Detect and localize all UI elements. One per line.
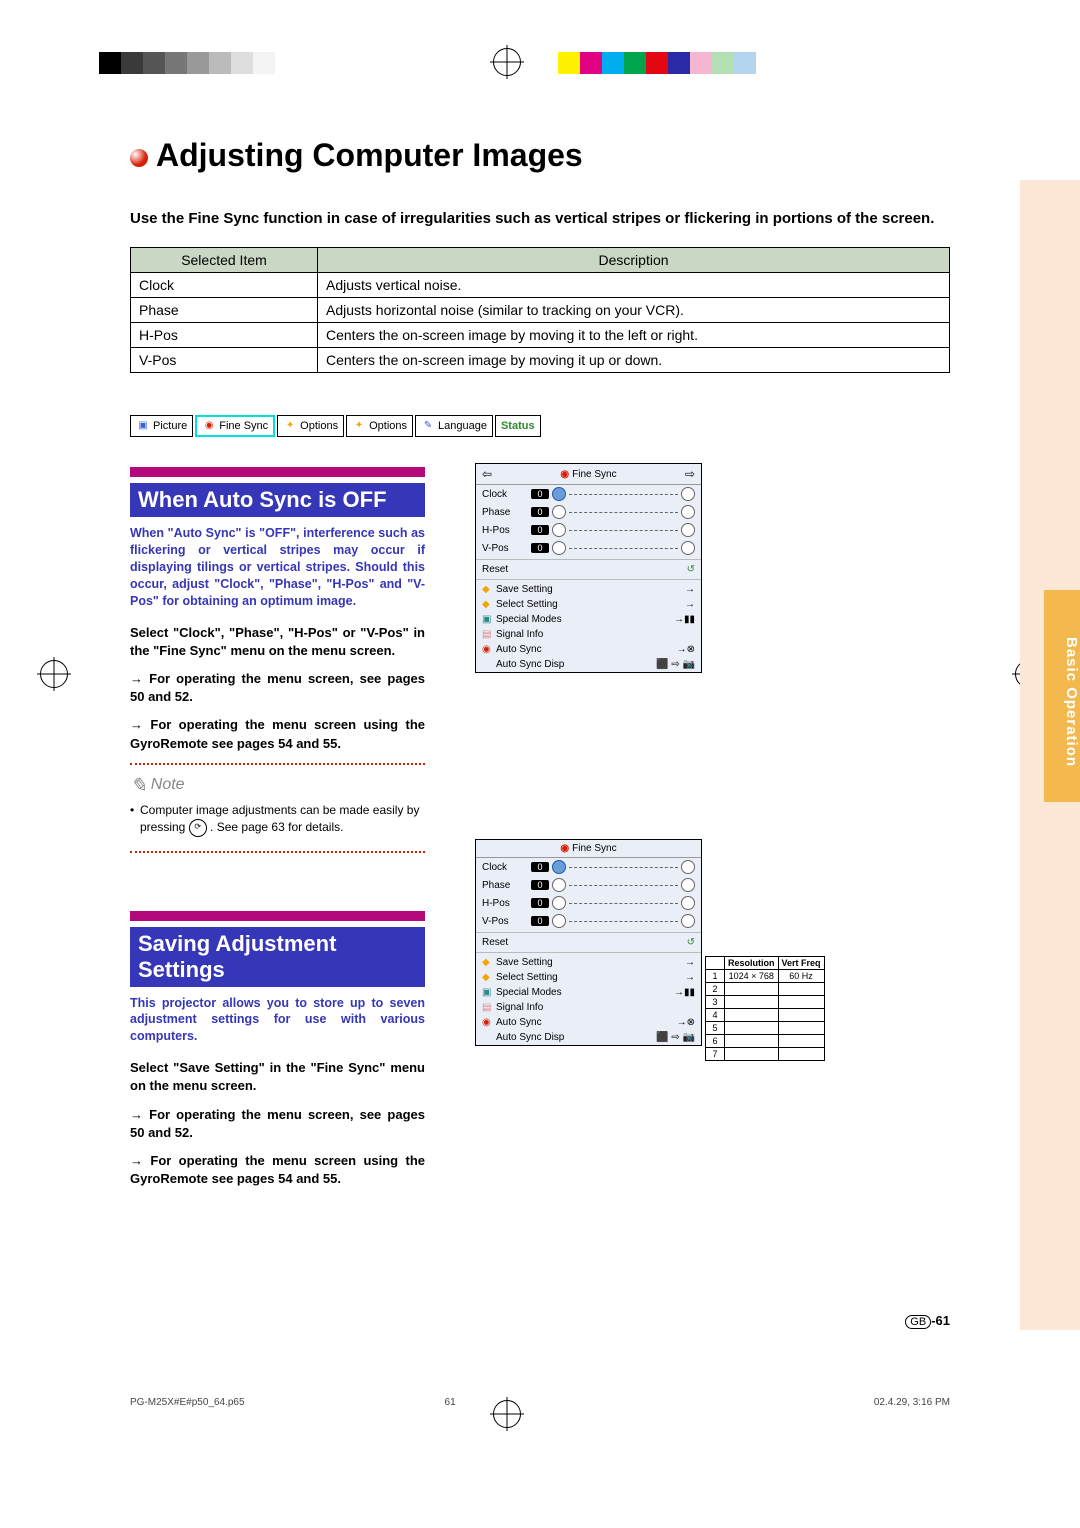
diamond-icon: ◆: [482, 957, 494, 967]
footer-timestamp: 02.4.29, 3:16 PM: [874, 1397, 950, 1408]
slider-hpos[interactable]: H-Pos0: [476, 521, 701, 539]
diamond-icon: ◆: [482, 584, 494, 594]
title-bullet-icon: [130, 149, 148, 167]
section1-instruction: Select "Clock", "Phase", "H-Pos" or "V-P…: [130, 624, 425, 660]
tab-options-1[interactable]: ✦Options: [277, 415, 344, 437]
section1-ref-1: For operating the menu screen, see pages…: [130, 670, 425, 706]
menu-save-setting[interactable]: ◆Save Setting→: [476, 955, 701, 970]
section1-ref-2: For operating the menu screen using the …: [130, 716, 425, 752]
footer-filename: PG-M25X#E#p50_64.p65: [130, 1397, 245, 1408]
section2-ref-2: For operating the menu screen using the …: [130, 1152, 425, 1188]
crosshair-left-icon: [40, 660, 68, 688]
section2-blue-paragraph: This projector allows you to store up to…: [130, 995, 425, 1046]
diamond-icon: ◆: [482, 599, 494, 609]
table-header-description: Description: [318, 248, 950, 273]
sync-icon: ◉: [560, 469, 569, 480]
section-accent-bar: [130, 467, 425, 477]
note-body: Computer image adjustments can be made e…: [130, 802, 425, 837]
options-icon: ✦: [352, 420, 366, 432]
sync-icon: ◉: [482, 644, 494, 654]
section-heading-auto-sync-off: When Auto Sync is OFF: [130, 483, 425, 517]
page-title: Adjusting Computer Images: [130, 137, 950, 174]
language-icon: ✎: [421, 420, 435, 432]
section-heading-saving: Saving Adjustment Settings: [130, 927, 425, 987]
dotted-rule: [130, 763, 425, 769]
menu-tab-bar: ▣Picture ◉Fine Sync ✦Options ✦Options ✎L…: [130, 415, 950, 437]
sync-icon: ◉: [202, 420, 216, 432]
table-header-item: Selected Item: [131, 248, 318, 273]
fine-sync-menu-2: ◉Fine Sync Clock0 Phase0 H-Pos0 V-Pos0 R…: [475, 839, 702, 1046]
pencil-icon: ✎: [130, 773, 147, 798]
tab-options-2[interactable]: ✦Options: [346, 415, 413, 437]
slider-vpos[interactable]: V-Pos0: [476, 912, 701, 930]
menu-signal-info[interactable]: ▤Signal Info: [476, 627, 701, 642]
table-row: PhaseAdjusts horizontal noise (similar t…: [131, 298, 950, 323]
slider-hpos[interactable]: H-Pos0: [476, 894, 701, 912]
tab-status[interactable]: Status: [495, 415, 541, 437]
footer-page: 61: [245, 1397, 874, 1408]
section2-ref-1: For operating the menu screen, see pages…: [130, 1106, 425, 1142]
slider-phase[interactable]: Phase0: [476, 503, 701, 521]
slider-phase[interactable]: Phase0: [476, 876, 701, 894]
arrow-right-icon[interactable]: ⇨: [685, 467, 695, 481]
table-row: ClockAdjusts vertical noise.: [131, 273, 950, 298]
tab-picture[interactable]: ▣Picture: [130, 415, 193, 437]
menu-auto-sync[interactable]: ◉Auto Sync→⊗: [476, 1015, 701, 1030]
picture-icon: ▣: [136, 420, 150, 432]
tab-language[interactable]: ✎Language: [415, 415, 493, 437]
modes-icon: ▣: [482, 987, 494, 997]
autosync-button-icon: ⟳: [189, 819, 207, 837]
info-icon: ▤: [482, 1002, 494, 1012]
intro-paragraph: Use the Fine Sync function in case of ir…: [130, 209, 950, 229]
page-number: GB-61: [905, 1313, 950, 1328]
menu-special-modes[interactable]: ▣Special Modes→▮▮: [476, 985, 701, 1000]
menu-auto-sync-disp[interactable]: Auto Sync Disp⬛ ⇨ 📷: [476, 1030, 701, 1045]
footer: PG-M25X#E#p50_64.p65 61 02.4.29, 3:16 PM: [130, 1397, 950, 1408]
reset-icon: ↺: [687, 937, 695, 948]
menu-select-setting[interactable]: ◆Select Setting→: [476, 970, 701, 985]
modes-icon: ▣: [482, 614, 494, 624]
side-tab-basic-operation: Basic Operation: [1044, 590, 1080, 802]
reset-icon: ↺: [687, 564, 695, 575]
dotted-rule: [130, 851, 425, 857]
menu-special-modes[interactable]: ▣Special Modes→▮▮: [476, 612, 701, 627]
tab-fine-sync[interactable]: ◉Fine Sync: [195, 415, 275, 437]
print-registration-left: [99, 52, 275, 74]
section-accent-bar: [130, 911, 425, 921]
menu-reset[interactable]: Reset↺: [476, 562, 701, 577]
menu-reset[interactable]: Reset↺: [476, 935, 701, 950]
fine-sync-menu-1: ⇦ ◉Fine Sync ⇨ Clock0 Phase0 H-Pos0 V-Po…: [475, 463, 702, 673]
table-row: H-PosCenters the on-screen image by movi…: [131, 323, 950, 348]
sync-icon: ◉: [482, 1017, 494, 1027]
menu-signal-info[interactable]: ▤Signal Info: [476, 1000, 701, 1015]
slider-clock[interactable]: Clock0: [476, 858, 701, 876]
section1-blue-paragraph: When "Auto Sync" is "OFF", interference …: [130, 525, 425, 609]
print-registration-right: [558, 52, 778, 74]
table-row: V-PosCenters the on-screen image by movi…: [131, 348, 950, 373]
info-icon: ▤: [482, 629, 494, 639]
sync-icon: ◉: [560, 843, 569, 854]
menu-select-setting[interactable]: ◆Select Setting→: [476, 597, 701, 612]
crosshair-top-icon: [493, 48, 521, 76]
slider-clock[interactable]: Clock0: [476, 485, 701, 503]
settings-table: Selected Item Description ClockAdjusts v…: [130, 247, 950, 373]
slider-vpos[interactable]: V-Pos0: [476, 539, 701, 557]
resolution-table: ResolutionVert Freq 11024 × 76860 Hz 2 3…: [705, 956, 825, 1061]
arrow-left-icon[interactable]: ⇦: [482, 467, 492, 481]
menu-save-setting[interactable]: ◆Save Setting→: [476, 582, 701, 597]
diamond-icon: ◆: [482, 972, 494, 982]
note-heading: ✎ Note: [130, 773, 425, 798]
menu-auto-sync-disp[interactable]: Auto Sync Disp⬛ ⇨ 📷: [476, 657, 701, 672]
options-icon: ✦: [283, 420, 297, 432]
menu-auto-sync[interactable]: ◉Auto Sync→⊗: [476, 642, 701, 657]
section2-instruction: Select "Save Setting" in the "Fine Sync"…: [130, 1059, 425, 1095]
